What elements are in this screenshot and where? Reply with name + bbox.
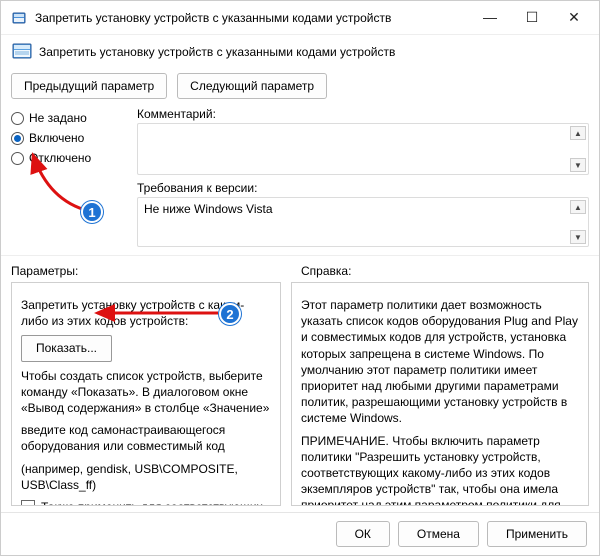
close-button[interactable]: ✕ <box>565 9 583 26</box>
options-text: (например, gendisk, USB\COMPOSITE, USB\C… <box>21 461 271 493</box>
comment-textarea[interactable]: ▲ ▼ <box>137 123 589 175</box>
cancel-button[interactable]: Отмена <box>398 521 479 547</box>
minimize-button[interactable]: — <box>481 9 499 26</box>
help-text: ПРИМЕЧАНИЕ. Чтобы включить параметр поли… <box>301 433 579 507</box>
supported-on-text: Не ниже Windows Vista <box>144 202 273 216</box>
checkbox-label: Также применить для соответствующих устр… <box>41 499 271 506</box>
radio-label: Включено <box>29 131 84 145</box>
radio-icon-selected <box>11 132 24 145</box>
comment-label: Комментарий: <box>137 107 589 121</box>
radio-label: Отключено <box>29 151 91 165</box>
options-text: введите код самонастраивающегося оборудо… <box>21 422 271 454</box>
maximize-button[interactable]: ☐ <box>523 9 541 26</box>
next-setting-button[interactable]: Следующий параметр <box>177 73 327 99</box>
policy-icon <box>11 10 27 26</box>
spin-down-icon[interactable]: ▼ <box>570 158 586 172</box>
show-button[interactable]: Показать... <box>21 335 112 361</box>
also-apply-checkbox-row[interactable]: Также применить для соответствующих устр… <box>21 499 271 506</box>
radio-enabled[interactable]: Включено <box>11 131 131 145</box>
options-heading: Запретить установку устройств с каким-ли… <box>21 297 271 329</box>
radio-icon <box>11 112 24 125</box>
options-label: Параметры: <box>11 264 281 278</box>
radio-disabled[interactable]: Отключено <box>11 151 131 165</box>
policy-large-icon <box>11 41 33 63</box>
help-label: Справка: <box>301 264 351 278</box>
options-text: Чтобы создать список устройств, выберите… <box>21 368 271 417</box>
spin-up-icon[interactable]: ▲ <box>570 200 586 214</box>
spin-up-icon[interactable]: ▲ <box>570 126 586 140</box>
help-text: Этот параметр политики дает возможность … <box>301 297 579 427</box>
policy-subtitle: Запретить установку устройств с указанны… <box>39 45 395 59</box>
supported-label: Требования к версии: <box>137 181 589 195</box>
radio-label: Не задано <box>29 111 87 125</box>
radio-not-configured[interactable]: Не задано <box>11 111 131 125</box>
checkbox-icon[interactable] <box>21 500 35 506</box>
prev-setting-button[interactable]: Предыдущий параметр <box>11 73 167 99</box>
ok-button[interactable]: ОК <box>336 521 390 547</box>
apply-button[interactable]: Применить <box>487 521 587 547</box>
help-panel: Этот параметр политики дает возможность … <box>291 282 589 506</box>
radio-icon <box>11 152 24 165</box>
supported-on-box: Не ниже Windows Vista ▲ ▼ <box>137 197 589 247</box>
window-title: Запретить установку устройств с указанны… <box>35 11 481 25</box>
spin-down-icon[interactable]: ▼ <box>570 230 586 244</box>
options-panel: Запретить установку устройств с каким-ли… <box>11 282 281 506</box>
